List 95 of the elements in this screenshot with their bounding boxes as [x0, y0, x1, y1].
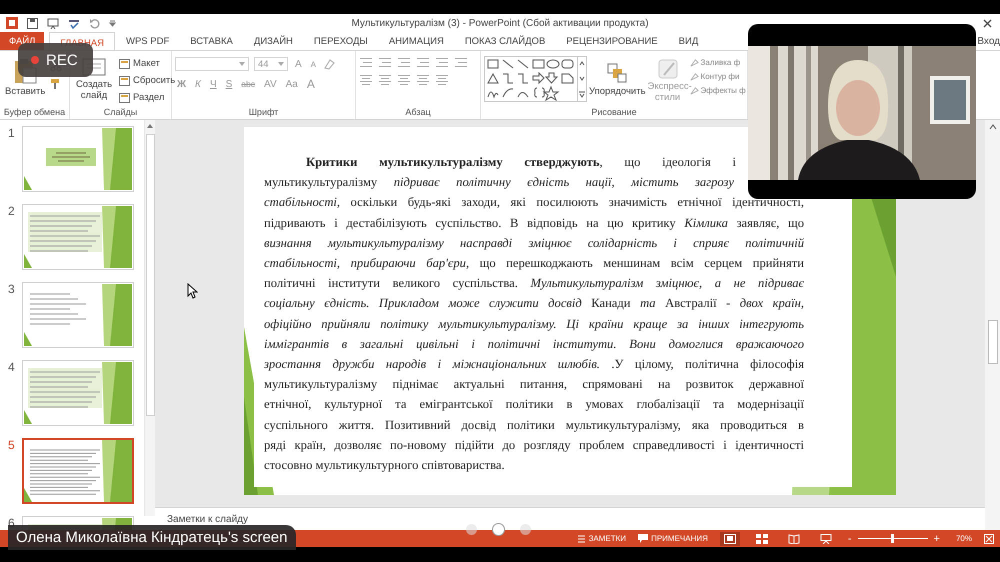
- align-text-icon[interactable]: [378, 74, 392, 85]
- scrollbar[interactable]: [985, 120, 1000, 530]
- slide-text-line: мультикультуралізму підриває політичну єдність нації, містить загрозу: [264, 174, 734, 192]
- page-dot[interactable]: [520, 524, 531, 535]
- slide-text-line: мультикультуралізму піднімає актуальні питання, спрямовані на розвиток державної: [264, 376, 804, 394]
- brush-icon: [656, 58, 679, 80]
- slide-number: 5: [8, 438, 16, 452]
- caret-icon: [239, 62, 245, 66]
- paragraph-format-icon[interactable]: [378, 57, 392, 68]
- slide-number: 3: [8, 282, 16, 296]
- shape-format-button[interactable]: Контур фи: [690, 71, 746, 82]
- slide-text-line: визнання мультикультуралізму насправді зміцнює солідарність і сприяє політичній: [264, 234, 804, 252]
- slide-layout-icon: [119, 92, 130, 102]
- mouse-pointer-icon: [187, 283, 198, 299]
- slide-text-line: Критики мультикультуралізму стверджують, що ідеологія і: [305, 154, 736, 171]
- slide-text-line: стабільності, прибираючи бар'єри, що перешкоджають меншинам всім серцем прийняти: [264, 255, 804, 272]
- font-style-button[interactable]: A: [304, 77, 317, 91]
- align-text-icon[interactable]: [416, 74, 430, 85]
- spellcheck-icon[interactable]: [68, 18, 80, 28]
- zoom-in-button[interactable]: +: [934, 532, 940, 544]
- slide-text-line: етнічної, культурної та емігрантської політики в умовах глобалізації та модернізації: [264, 396, 804, 414]
- slide-layout-icon: [119, 58, 130, 68]
- scrollbar-thumb[interactable]: [988, 320, 998, 364]
- zoom-level[interactable]: 70%: [956, 534, 972, 543]
- lines-icon: [576, 534, 586, 542]
- shape-format-button[interactable]: Заливка ф: [690, 57, 746, 68]
- grow-font-button[interactable]: A: [293, 58, 304, 70]
- font-style-button[interactable]: abc: [239, 79, 258, 89]
- paragraph-format-icon[interactable]: [454, 57, 468, 68]
- sign-in-link[interactable]: Вход: [977, 36, 1000, 46]
- overlapping-squares-icon: [606, 62, 628, 84]
- page-dot[interactable]: [466, 524, 477, 535]
- slides-menu-button[interactable]: Сбросить: [118, 74, 176, 87]
- slide-text-line: офіційно прийняли політику мультикультуралізму. Ці країни краще за інших інтегрують: [264, 316, 804, 333]
- slide-text-line: суспільного життя. Позитивний досвід політики мультикультуралізму, яка проводиться в: [264, 416, 804, 434]
- zoom-out-button[interactable]: -: [848, 532, 852, 544]
- comment-icon: [638, 534, 648, 543]
- font-style-button[interactable]: Aa: [284, 78, 300, 90]
- group-label: Слайды: [102, 107, 138, 119]
- align-text-icon[interactable]: [435, 74, 449, 85]
- slideshow-icon[interactable]: [47, 18, 59, 28]
- clear-formatting-icon[interactable]: [323, 58, 336, 70]
- scrollbar[interactable]: [144, 120, 155, 516]
- paragraph-format-icon[interactable]: [397, 57, 411, 68]
- paragraph-format-icon[interactable]: [416, 57, 430, 68]
- paragraph-format-icon[interactable]: [435, 57, 449, 68]
- align-text-icon[interactable]: [359, 74, 373, 85]
- shape-format-button[interactable]: Эффекты ф: [690, 85, 746, 96]
- fit-to-window-icon[interactable]: [984, 534, 994, 544]
- slide-text-line: підривають і дестабілізують суспільство. В відповідь на цю критику Кімлика заявляє, що: [264, 214, 804, 232]
- slide-text-line: політичні інститути великого суспільства. Мультикультуралізм зміцнює, а не підриває: [264, 275, 804, 292]
- arrange-button[interactable]: Упорядочить: [589, 54, 646, 97]
- zoom-slider[interactable]: [891, 534, 894, 543]
- slide-text-line: ряді країн, дозволяє по-новому підійти до розгляду проблем справедливості і ідентичності: [264, 436, 804, 454]
- slide-text-line: зростання дружби народів і міжнаціональних шлюбів. .У цілому, політична філософія: [264, 356, 804, 374]
- font-style-button[interactable]: Ч: [208, 78, 219, 90]
- undo-icon[interactable]: [89, 18, 100, 28]
- slide-number: 2: [8, 204, 16, 218]
- slide-number: 4: [8, 360, 16, 374]
- font-style-button[interactable]: S: [224, 78, 234, 90]
- dropdown-icon[interactable]: [109, 20, 116, 26]
- scroll-up-icon[interactable]: [988, 124, 996, 130]
- paragraph-format-icon[interactable]: [359, 57, 373, 68]
- slides-menu-button[interactable]: Макет: [118, 57, 176, 70]
- font-size-field[interactable]: 44: [254, 57, 288, 71]
- shrink-font-button[interactable]: A: [308, 60, 318, 68]
- save-icon[interactable]: [27, 18, 38, 28]
- slide-text-line: стосовно мультикультурного співтовариства.: [264, 457, 506, 474]
- font-name-field[interactable]: [175, 57, 249, 71]
- powerpoint-logo-icon: [6, 17, 18, 29]
- group-label: Рисование: [590, 107, 638, 119]
- normal-view-icon[interactable]: [720, 532, 740, 546]
- comments-button[interactable]: ПРИМЕЧАНИЯ: [638, 534, 708, 543]
- font-style-button[interactable]: Ж: [175, 78, 188, 90]
- font-style-button[interactable]: К: [193, 78, 203, 90]
- font-style-button[interactable]: AV: [262, 78, 279, 90]
- shapes-gallery[interactable]: [484, 56, 587, 102]
- window-title: Мультикультуралізм (3) - PowerPoint (Сбой активации продукта): [351, 18, 649, 28]
- slide-number: 1: [8, 126, 16, 140]
- group-label: Абзац: [404, 107, 432, 119]
- caret-icon: [278, 62, 284, 66]
- slides-menu-button[interactable]: Раздел: [118, 91, 176, 104]
- group-label: Шрифт: [248, 107, 280, 119]
- close-icon[interactable]: [983, 18, 992, 28]
- screen-share-label: Олена Миколаївна Кіндратець's screen: [8, 525, 296, 550]
- slide-text-line: соціальну єдність. Прикладом може служити досвід Канади та Австралії - двох країн,: [264, 295, 804, 312]
- scroll-up-icon[interactable]: [146, 123, 154, 129]
- group-label: Буфер обмена: [2, 107, 66, 119]
- page-dot[interactable]: [493, 524, 504, 535]
- slide-text-line: стабільності, оскільки будь-які заходи, які посилюють значимість етнічної ідентичності,: [264, 194, 804, 212]
- slide-thumbnail[interactable]: [22, 438, 134, 504]
- align-text-icon[interactable]: [397, 74, 411, 85]
- slide-text-line: іммігрантів в загальні цивільні і політичні інститути. Вони домоглися вражаючого: [264, 336, 804, 353]
- slide-layout-icon: [119, 76, 130, 86]
- notes-button[interactable]: ЗАМЕТКИ: [576, 534, 626, 543]
